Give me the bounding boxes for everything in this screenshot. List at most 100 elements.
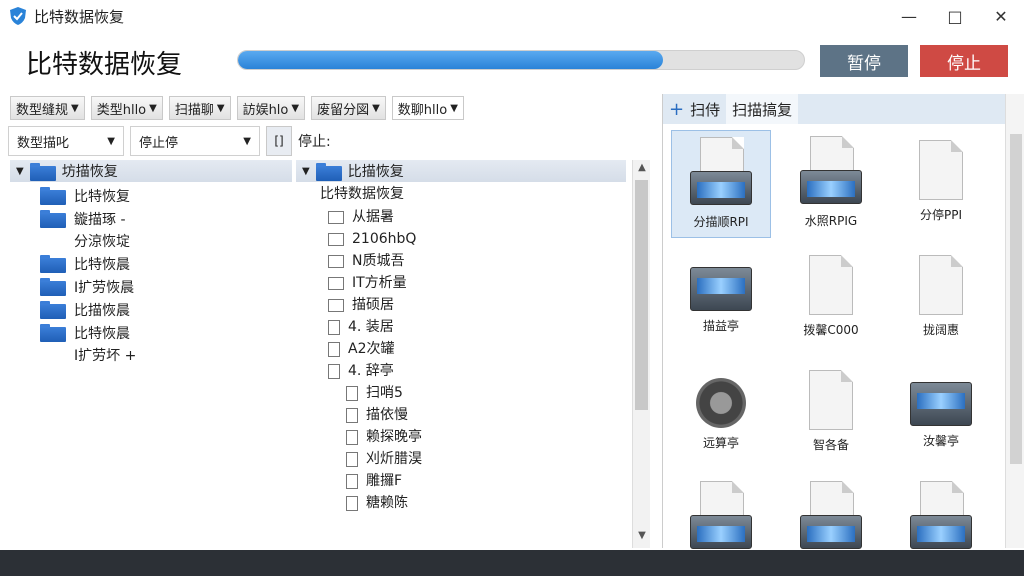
document-icon bbox=[346, 408, 358, 423]
tree-header-label: 坊描恢复 bbox=[61, 164, 118, 180]
document-icon bbox=[346, 474, 358, 489]
left-scrollbar[interactable]: ▲ ▼ bbox=[632, 160, 650, 548]
file-label: 分停PPI bbox=[919, 208, 962, 222]
scroll-thumb[interactable] bbox=[635, 180, 648, 410]
drive-icon bbox=[690, 267, 752, 311]
tree-header[interactable]: ▼ 坊描恢复 bbox=[10, 160, 292, 182]
tree-subitem-label: 刈炘腊淏 bbox=[366, 451, 422, 467]
file-tile[interactable]: 远算亭 bbox=[671, 360, 771, 468]
tree-item[interactable]: A2次罐 bbox=[328, 338, 626, 360]
tree-item-text: 比特恢晨 I扩劳坏 + bbox=[74, 323, 136, 367]
file-tile[interactable]: 汝馨亭 bbox=[891, 360, 991, 468]
pause-button[interactable]: 暂停 bbox=[820, 45, 908, 77]
folder-icon bbox=[40, 278, 66, 296]
maximize-button[interactable]: □ bbox=[932, 0, 978, 32]
tree-item-text: 比特恢晨 bbox=[74, 254, 130, 276]
tree-item-label: 4. 装居 bbox=[348, 319, 394, 335]
tree-item-label: 比特恢晨 bbox=[74, 257, 130, 273]
tree-item-label: 描硕居 bbox=[352, 297, 394, 313]
scroll-up-icon[interactable]: ▲ bbox=[633, 162, 651, 178]
tree-item[interactable]: I扩劳恢晨 bbox=[40, 277, 292, 299]
chevron-down-icon: ▼ bbox=[216, 102, 225, 114]
right-tab-bar: + 扫侍 扫描搞复 bbox=[663, 94, 1005, 124]
filter-dropdown[interactable]: 类型hllo ▼ bbox=[90, 96, 163, 120]
chevron-down-icon: ▼ bbox=[71, 102, 79, 114]
filter-label: 数型缝规 bbox=[16, 102, 69, 118]
tree-item-label: IT方析量 bbox=[352, 275, 407, 291]
folder-tree: ▼ 坊描恢复 比特恢复鏇描琢 - 分涼恢埞比特恢晨 I扩劳恢晨 比描恢晨 比特恢晨 I扩劳… bbox=[10, 160, 292, 548]
file-tile[interactable]: 智各备 bbox=[781, 360, 881, 468]
file-tree: ▼ 比描恢复 比特数据恢复 从据暑 2106hbQ N质城吾 IT方析量 描硕居 4. 装… bbox=[296, 160, 626, 548]
filter-dropdown[interactable]: 訪娱hlo ▼ bbox=[236, 96, 306, 120]
file-tile[interactable]: 分描顺RPI bbox=[671, 130, 771, 238]
document-icon bbox=[809, 370, 853, 430]
filter-dropdown[interactable]: 数聊hllo ▼ bbox=[391, 96, 464, 120]
add-tab-icon[interactable]: + bbox=[669, 99, 684, 120]
scroll-down-icon[interactable]: ▼ bbox=[633, 530, 651, 546]
tree-subitem[interactable]: 赖探晚亭 bbox=[346, 426, 626, 448]
tree-item[interactable]: 2106hbQ bbox=[328, 228, 626, 250]
tree-item-label: A2次罐 bbox=[348, 341, 395, 357]
folder-icon bbox=[40, 210, 66, 228]
filter-label: 扫描聊 bbox=[174, 102, 214, 118]
tab-scan[interactable]: 扫侍 bbox=[690, 99, 720, 120]
folder-icon bbox=[40, 255, 66, 273]
tree-item-label: 比特恢复 bbox=[74, 189, 130, 205]
file-tile[interactable]: 分停PPI bbox=[891, 130, 991, 238]
tree-subitem-label: 赖探晚亭 bbox=[366, 429, 422, 445]
chevron-down-icon: ▼ bbox=[243, 135, 251, 147]
tree-item[interactable]: 描硕居 bbox=[328, 294, 626, 316]
file-tile[interactable]: 拢阔惠 bbox=[891, 245, 991, 353]
drive-document-icon bbox=[690, 137, 752, 207]
tree-item-label-2: 分涼恢埞 bbox=[74, 234, 130, 250]
minimize-button[interactable]: — bbox=[886, 0, 932, 32]
document-icon bbox=[328, 320, 340, 335]
file-icon-button[interactable]: [] bbox=[266, 126, 292, 156]
scroll-thumb[interactable] bbox=[1010, 134, 1022, 464]
tree-item[interactable]: 4. 装居 bbox=[328, 316, 626, 338]
tab-scan-recover[interactable]: 扫描搞复 bbox=[726, 94, 799, 124]
expand-icon: ▼ bbox=[16, 165, 24, 177]
drive-icon bbox=[690, 171, 752, 205]
type-select-value: 数型描叱 bbox=[17, 135, 70, 151]
close-button[interactable]: ✕ bbox=[978, 0, 1024, 32]
tree-item[interactable]: 鏇描琢 - 分涼恢埞 bbox=[40, 209, 292, 253]
tree-item[interactable]: 4. 辞亭 bbox=[328, 360, 626, 382]
type-select[interactable]: 数型描叱 ▼ bbox=[8, 126, 124, 156]
drive-icon bbox=[910, 515, 972, 549]
tree-subitem[interactable]: 糖赖陈 bbox=[346, 492, 626, 514]
file-tile[interactable]: 拨馨C000 bbox=[781, 245, 881, 353]
stop-button[interactable]: 停止 bbox=[920, 45, 1008, 77]
drive-icon bbox=[800, 170, 862, 204]
tree-subitem[interactable]: 雕攞F bbox=[346, 470, 626, 492]
status-select[interactable]: 停止停 ▼ bbox=[130, 126, 260, 156]
file-tile[interactable]: 描益亭 bbox=[671, 245, 771, 353]
tree-item[interactable]: 比特恢晨 I扩劳坏 + bbox=[40, 323, 292, 367]
tree-subitem[interactable]: 刈炘腊淏 bbox=[346, 448, 626, 470]
tree-item[interactable]: 比描恢晨 bbox=[40, 300, 292, 322]
document-icon bbox=[328, 364, 340, 379]
tree-item[interactable]: IT方析量 bbox=[328, 272, 626, 294]
tree-item[interactable]: 比特恢晨 bbox=[40, 254, 292, 276]
tree-item[interactable]: 比特恢复 bbox=[40, 186, 292, 208]
right-scrollbar[interactable] bbox=[1005, 94, 1024, 548]
page-title: 比特数据恢复 bbox=[26, 50, 183, 80]
filter-dropdown[interactable]: 废留分図 ▼ bbox=[311, 96, 386, 120]
drive-document-icon bbox=[800, 136, 862, 206]
tree-item[interactable]: 从据暑 bbox=[328, 206, 626, 228]
tree-header-label: 比描恢复 bbox=[347, 164, 404, 180]
drive-document-icon bbox=[800, 481, 862, 551]
filter-dropdown[interactable]: 扫描聊 ▼ bbox=[168, 96, 231, 120]
file-tile[interactable]: 水照RPIG bbox=[781, 130, 881, 238]
tree-item[interactable]: N质城吾 bbox=[328, 250, 626, 272]
tree-header[interactable]: ▼ 比描恢复 bbox=[296, 160, 626, 182]
tree-subitem[interactable]: 扫哨5 bbox=[346, 382, 626, 404]
file-label: 水照RPIG bbox=[804, 214, 858, 228]
folder-icon bbox=[328, 299, 344, 312]
filter-toolbar: 数型缝规 ▼ 类型hllo ▼ 扫描聊 ▼ 訪娱hlo ▼ 废留分図 ▼ 数聊hllo ▼ bbox=[10, 96, 464, 120]
folder-icon bbox=[328, 211, 344, 224]
filter-label: 类型hllo bbox=[96, 102, 147, 118]
folder-icon bbox=[328, 277, 344, 290]
filter-dropdown[interactable]: 数型缝规 ▼ bbox=[10, 96, 85, 120]
tree-subitem[interactable]: 描依慢 bbox=[346, 404, 626, 426]
